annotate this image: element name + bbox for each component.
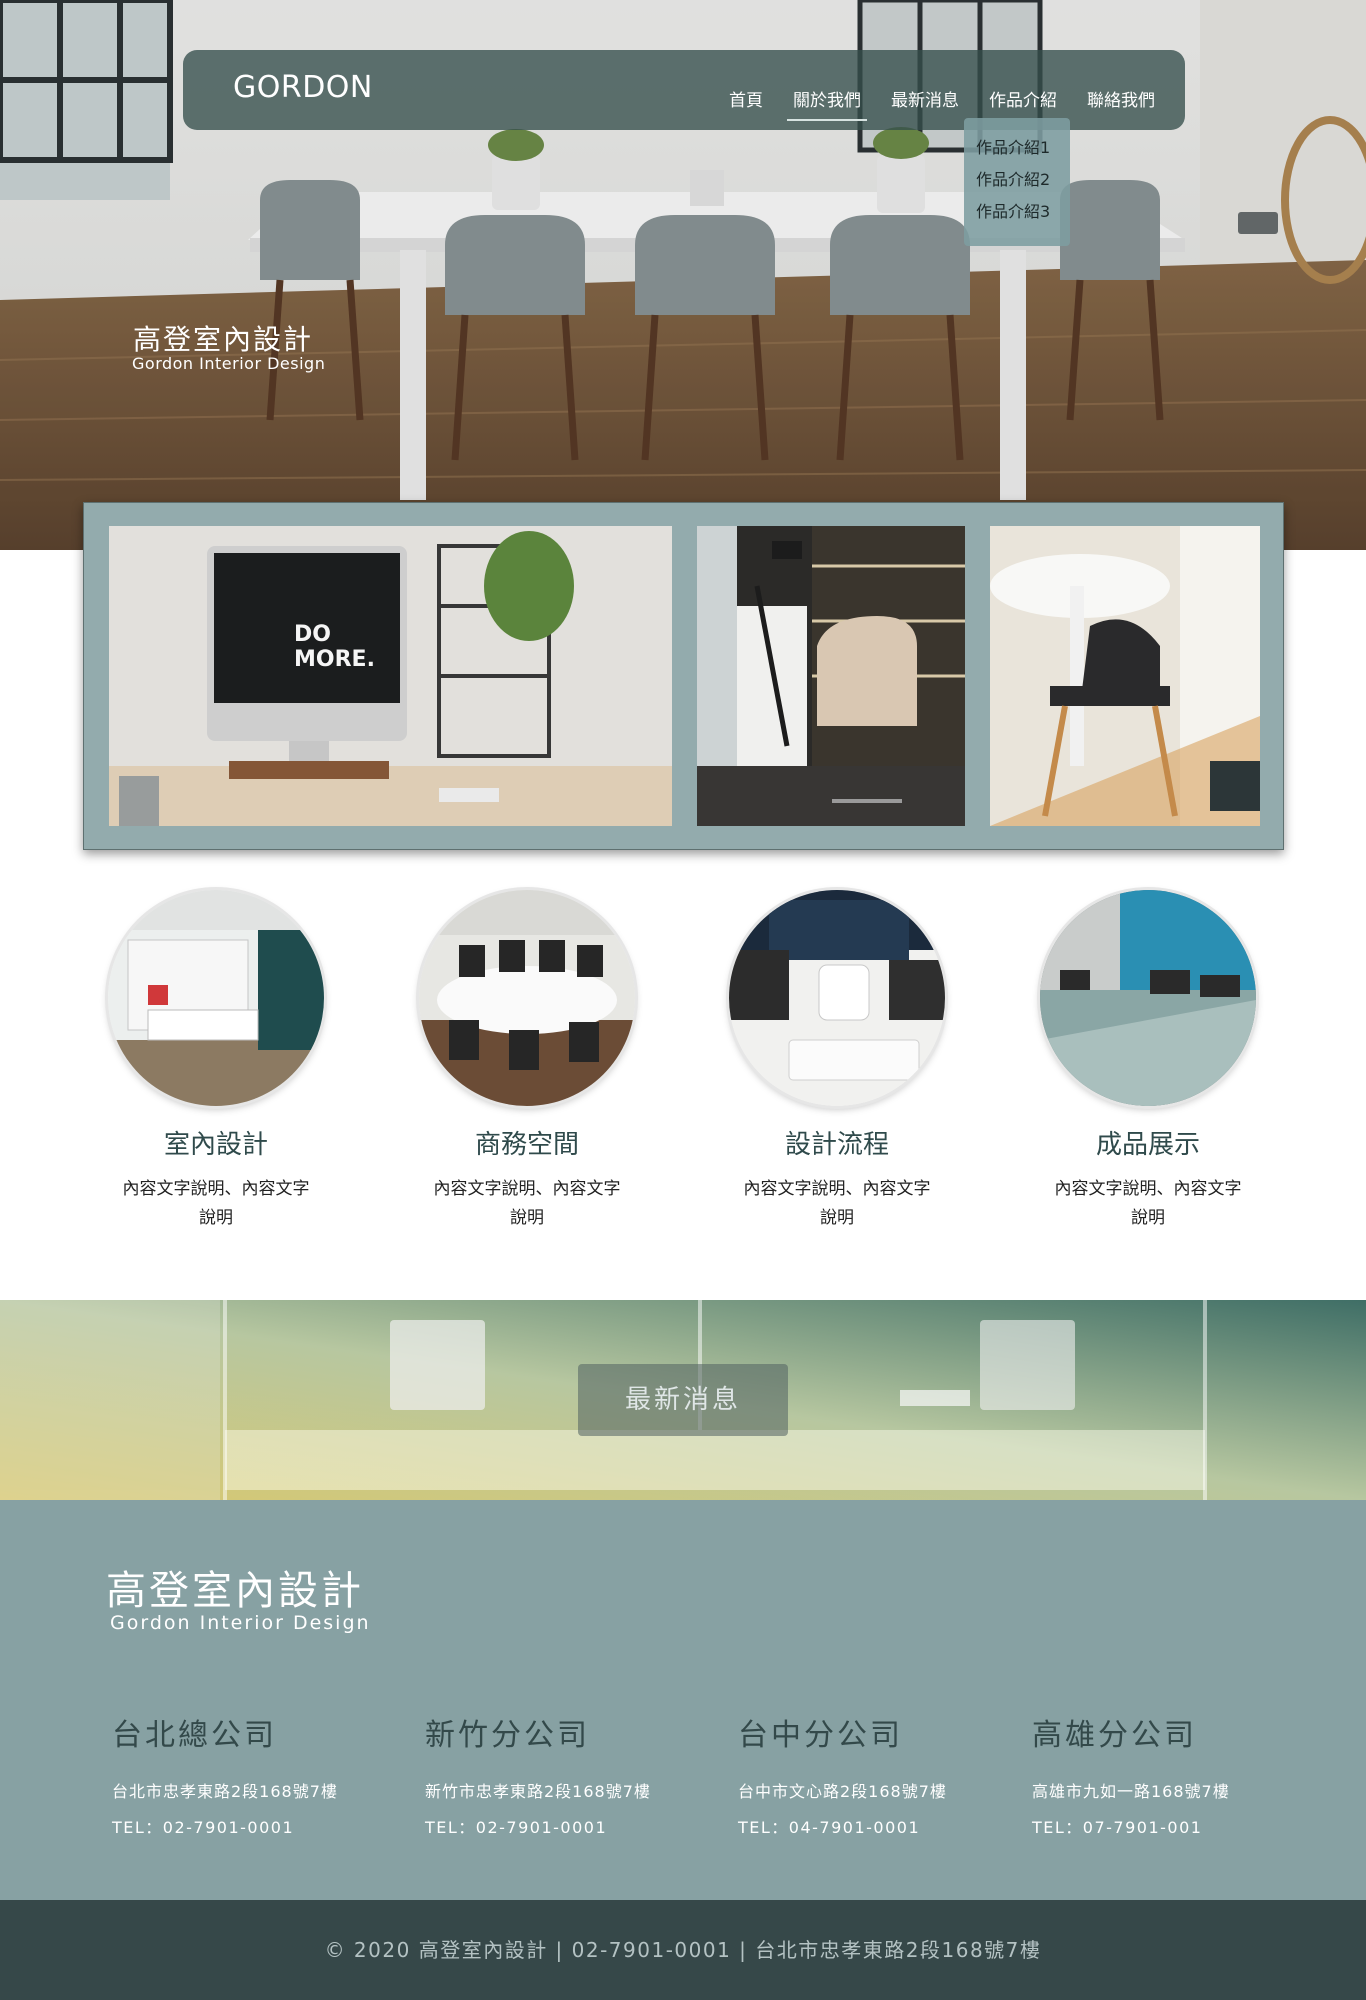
main-menu: 首頁 關於我們 最新消息 作品介紹 聯絡我們 xyxy=(729,86,1155,121)
nav-item-works[interactable]: 作品介紹 xyxy=(989,86,1057,111)
service-photo-desk-mug xyxy=(729,890,945,1106)
service-title: 設計流程 xyxy=(784,1130,889,1160)
nav-item-home[interactable]: 首頁 xyxy=(729,86,763,111)
service-photo-meeting-room xyxy=(419,890,635,1106)
dropdown-item-works-1[interactable]: 作品介紹1 xyxy=(964,132,1070,164)
office-name: 台中分公司 xyxy=(738,1718,903,1753)
office-taichung: 台中分公司 台中市文心路2段168號7樓 TEL：04-7901-0001 xyxy=(738,1710,947,1838)
office-name: 新竹分公司 xyxy=(425,1718,590,1753)
copyright-bar: © 2020 高登室內設計 | 02-7901-0001 | 台北市忠孝東路2段… xyxy=(0,1900,1366,2000)
hero-title: 高登室內設計 xyxy=(133,323,314,356)
service-photo-interior xyxy=(108,890,324,1106)
office-phone[interactable]: TEL：07-7901-001 xyxy=(1032,1814,1230,1838)
office-hsinchu: 新竹分公司 新竹市忠孝東路2段168號7樓 TEL：02-7901-0001 xyxy=(425,1710,651,1838)
gallery-photo-office-chair[interactable] xyxy=(697,526,965,826)
service-description: 內容文字說明、內容文字說明 xyxy=(743,1179,931,1228)
service-card-interior-design[interactable]: 室內設計 內容文字說明、內容文字說明 xyxy=(96,890,336,1233)
service-title: 商務空間 xyxy=(474,1130,579,1160)
gallery-frame: DO MORE. xyxy=(83,502,1284,850)
gallery-photo-workspace[interactable]: DO MORE. xyxy=(109,526,672,826)
dropdown-item-works-3[interactable]: 作品介紹3 xyxy=(964,196,1070,228)
office-name: 台北總公司 xyxy=(112,1718,277,1753)
gallery-photo-dining-chair[interactable] xyxy=(990,526,1260,826)
office-phone[interactable]: TEL：02-7901-0001 xyxy=(425,1814,651,1838)
hero-subtitle: Gordon Interior Design xyxy=(132,354,326,373)
service-title: 成品展示 xyxy=(1095,1130,1200,1160)
office-address: 高雄市九如一路168號7樓 xyxy=(1032,1782,1230,1801)
works-dropdown-menu: 作品介紹1 作品介紹2 作品介紹3 xyxy=(964,118,1070,246)
service-title: 室內設計 xyxy=(163,1130,268,1160)
office-taipei: 台北總公司 台北市忠孝東路2段168號7樓 TEL：02-7901-0001 xyxy=(112,1710,338,1838)
office-phone[interactable]: TEL：04-7901-0001 xyxy=(738,1814,947,1838)
nav-item-contact[interactable]: 聯絡我們 xyxy=(1087,86,1155,111)
nav-item-news[interactable]: 最新消息 xyxy=(891,86,959,111)
dropdown-item-works-2[interactable]: 作品介紹2 xyxy=(964,164,1070,196)
office-phone[interactable]: TEL：02-7901-0001 xyxy=(112,1814,338,1838)
office-name: 高雄分公司 xyxy=(1032,1718,1197,1753)
site-logo[interactable]: GORDON xyxy=(233,70,373,105)
nav-item-about[interactable]: 關於我們 xyxy=(787,86,867,121)
office-kaohsiung: 高雄分公司 高雄市九如一路168號7樓 TEL：07-7901-001 xyxy=(1032,1710,1230,1838)
service-photo-finished-office xyxy=(1040,890,1256,1106)
office-address: 新竹市忠孝東路2段168號7樓 xyxy=(425,1782,651,1801)
news-button[interactable]: 最新消息 xyxy=(578,1364,788,1436)
footer-subtitle: Gordon Interior Design xyxy=(110,1612,371,1634)
office-address: 台中市文心路2段168號7樓 xyxy=(738,1782,947,1801)
service-description: 內容文字說明、內容文字說明 xyxy=(122,1179,310,1228)
service-card-business-space[interactable]: 商務空間 內容文字說明、內容文字說明 xyxy=(407,890,647,1233)
office-address: 台北市忠孝東路2段168號7樓 xyxy=(112,1782,338,1801)
service-card-portfolio[interactable]: 成品展示 內容文字說明、內容文字說明 xyxy=(1028,890,1268,1233)
service-description: 內容文字說明、內容文字說明 xyxy=(1054,1179,1242,1228)
company-info-section: 高登室內設計 Gordon Interior Design 台北總公司 台北市忠… xyxy=(0,1500,1366,1900)
service-card-design-process[interactable]: 設計流程 內容文字說明、內容文字說明 xyxy=(717,890,957,1233)
service-description: 內容文字說明、內容文字說明 xyxy=(433,1179,621,1228)
footer-title: 高登室內設計 xyxy=(106,1568,364,1614)
